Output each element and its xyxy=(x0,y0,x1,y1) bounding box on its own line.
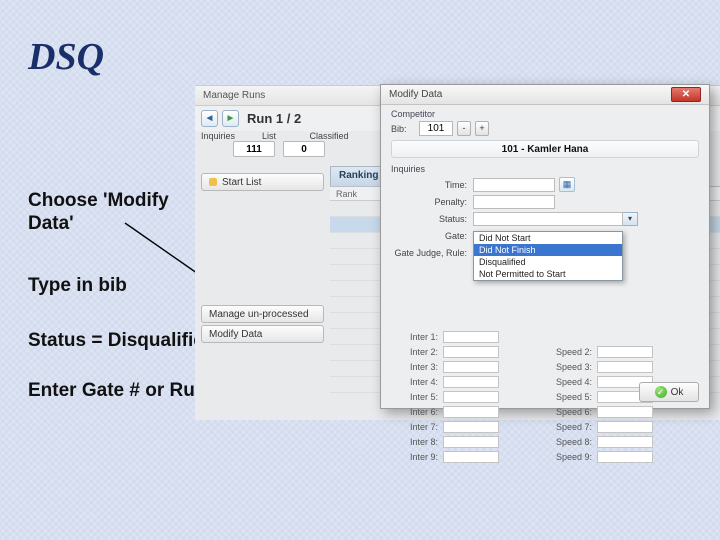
inter-label: Inter 7: xyxy=(391,422,443,432)
calendar-icon[interactable]: ▦ xyxy=(559,177,575,192)
status-option[interactable]: Disqualified xyxy=(474,256,622,268)
speed-input[interactable] xyxy=(597,346,653,358)
start-list-icon xyxy=(209,178,217,186)
run-label: Run 1 / 2 xyxy=(247,111,301,126)
start-list-label: Start List xyxy=(222,177,261,188)
status-option[interactable]: Not Permitted to Start xyxy=(474,268,622,280)
instruction-choose: Choose 'Modify Data' xyxy=(28,190,198,236)
speed-label: Speed 5: xyxy=(545,392,597,402)
speed-input[interactable] xyxy=(597,451,653,463)
gate-judge-label: Gate Judge, Rule: xyxy=(391,248,473,258)
instruction-type-bib: Type in bib xyxy=(28,275,127,298)
speed-label: Speed 2: xyxy=(545,347,597,357)
inter-input[interactable] xyxy=(443,331,499,343)
inter-label: Inter 4: xyxy=(391,377,443,387)
speed-input[interactable] xyxy=(597,436,653,448)
status-dropdown-caret-icon[interactable]: ▾ xyxy=(623,212,638,226)
inter-input[interactable] xyxy=(443,376,499,388)
gate-label: Gate: xyxy=(391,231,473,241)
inter-label: Inter 2: xyxy=(391,347,443,357)
status-option[interactable]: Did Not Start xyxy=(474,232,622,244)
inter-label: Inter 8: xyxy=(391,437,443,447)
bib-input[interactable]: 101 xyxy=(419,121,453,136)
modify-data-dialog: Modify Data ✕ Competitor Bib: 101 - + 10… xyxy=(380,84,710,409)
ok-button[interactable]: ✓ Ok xyxy=(639,382,699,402)
nav-prev-button[interactable]: ◄ xyxy=(201,110,218,127)
time-input[interactable] xyxy=(473,178,555,192)
inter-input[interactable] xyxy=(443,406,499,418)
manage-unprocessed-button[interactable]: Manage un-processed xyxy=(201,305,324,323)
inter-input[interactable] xyxy=(443,421,499,433)
manage-unprocessed-label: Manage un-processed xyxy=(209,309,309,320)
speed-label: Speed 6: xyxy=(545,407,597,417)
speed-input[interactable] xyxy=(597,421,653,433)
inter-input[interactable] xyxy=(443,451,499,463)
inter-input[interactable] xyxy=(443,361,499,373)
competitor-section-label: Competitor xyxy=(391,109,699,119)
speed-label: Speed 9: xyxy=(545,452,597,462)
nav-next-button[interactable]: ► xyxy=(222,110,239,127)
inter-input[interactable] xyxy=(443,391,499,403)
speed-label: Speed 4: xyxy=(545,377,597,387)
speed-input[interactable] xyxy=(597,406,653,418)
ok-label: Ok xyxy=(671,387,684,398)
start-list-button[interactable]: Start List xyxy=(201,173,324,191)
time-label: Time: xyxy=(391,180,473,190)
bib-plus-button[interactable]: + xyxy=(475,121,489,136)
speed-label: Speed 7: xyxy=(545,422,597,432)
inter-label: Inter 1: xyxy=(391,332,443,342)
close-button[interactable]: ✕ xyxy=(671,87,701,102)
status-select[interactable] xyxy=(473,212,623,226)
penalty-input[interactable] xyxy=(473,195,555,209)
list-count: 111 xyxy=(233,141,275,157)
status-option[interactable]: Did Not Finish xyxy=(474,244,622,256)
bib-minus-button[interactable]: - xyxy=(457,121,471,136)
inter-label: Inter 5: xyxy=(391,392,443,402)
speed-label: Speed 8: xyxy=(545,437,597,447)
inter-label: Inter 9: xyxy=(391,452,443,462)
inter-input[interactable] xyxy=(443,436,499,448)
bib-label: Bib: xyxy=(391,124,415,134)
inter-input[interactable] xyxy=(443,346,499,358)
dialog-title: Modify Data xyxy=(389,89,442,100)
competitor-name: 101 - Kamler Hana xyxy=(391,140,699,158)
check-icon: ✓ xyxy=(655,386,667,398)
penalty-label: Penalty: xyxy=(391,197,473,207)
speed-label: Speed 3: xyxy=(545,362,597,372)
inter-label: Inter 3: xyxy=(391,362,443,372)
inter-column: Inter 1: Inter 2: Inter 3: Inter 4: Inte… xyxy=(391,329,545,464)
status-dropdown: Did Not Start Did Not Finish Disqualifie… xyxy=(473,231,623,281)
modify-data-button[interactable]: Modify Data xyxy=(201,325,324,343)
speed-input[interactable] xyxy=(597,361,653,373)
classified-count: 0 xyxy=(283,141,325,157)
inter-label: Inter 6: xyxy=(391,407,443,417)
instruction-status: Status = Disqualified xyxy=(28,330,215,353)
status-label: Status: xyxy=(391,214,473,224)
modify-data-label: Modify Data xyxy=(209,329,262,340)
inquiries-section-label: Inquiries xyxy=(391,164,699,174)
slide-title: DSQ xyxy=(28,35,104,79)
